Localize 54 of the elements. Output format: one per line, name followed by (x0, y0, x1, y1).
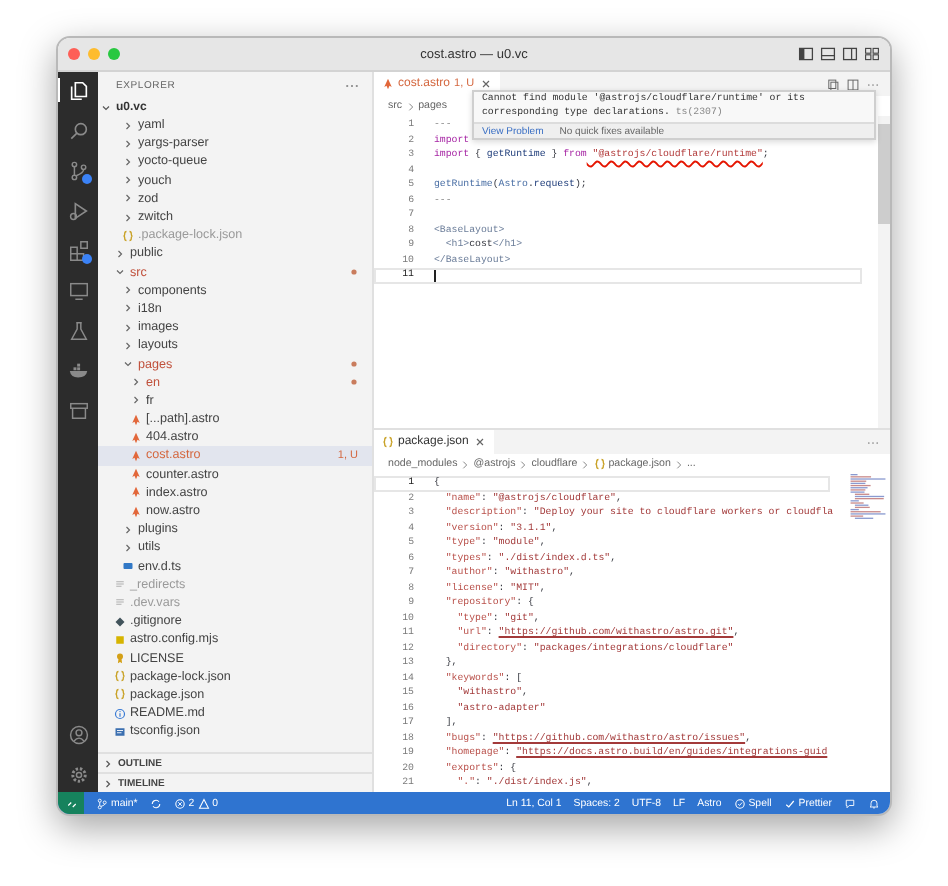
text-file-icon (114, 596, 126, 609)
account-icon (68, 723, 90, 745)
json-file-icon (114, 688, 126, 701)
json-file-icon (114, 670, 126, 683)
archive-icon (68, 399, 90, 421)
source-control-icon (68, 159, 90, 181)
close-icon[interactable] (474, 436, 487, 448)
sidebar-layout-icon[interactable] (798, 46, 814, 62)
json-file-icon (382, 436, 394, 448)
split-editor-icon[interactable] (846, 77, 860, 91)
scrollbar[interactable] (878, 116, 890, 428)
text-file-icon (114, 578, 126, 591)
minimap-drawing (846, 474, 890, 522)
chevron-icon (673, 459, 684, 469)
split-layout-icon[interactable] (842, 46, 858, 62)
extensions-icon (68, 239, 90, 261)
compare-icon[interactable] (826, 77, 840, 91)
change-dot-icon (350, 268, 358, 277)
customize-layout-icon[interactable] (864, 46, 880, 62)
text-cursor (434, 269, 436, 282)
warning-icon (197, 797, 210, 809)
json-file-icon (593, 458, 606, 470)
spell-check-icon (733, 797, 746, 809)
license-file-icon (114, 652, 126, 665)
branch-icon (96, 797, 108, 809)
change-dot-icon (350, 360, 358, 369)
chevron-icon (460, 459, 471, 469)
info-icon (114, 707, 126, 720)
close-window-button[interactable] (68, 48, 80, 60)
chevron-icon (405, 101, 416, 111)
astro-file-icon (382, 78, 394, 90)
remote-indicator[interactable] (58, 792, 84, 814)
chevron-icon (580, 459, 591, 469)
settings-icon (68, 763, 90, 785)
sync-icon[interactable] (149, 797, 162, 809)
whale-icon (68, 359, 90, 381)
close-icon[interactable] (480, 78, 493, 90)
chevron-icon (518, 459, 529, 469)
json-file-icon (122, 229, 134, 242)
error-icon (173, 797, 186, 809)
check-icon (783, 797, 796, 809)
change-dot-icon (350, 378, 358, 387)
flask-icon (68, 319, 90, 341)
feedback-icon[interactable] (844, 797, 856, 809)
files-icon (68, 79, 90, 101)
javascript-file-icon (114, 633, 126, 646)
bell-icon[interactable] (868, 797, 880, 809)
config-file-icon (114, 725, 126, 738)
panel-layout-icon[interactable] (820, 46, 836, 62)
search-icon (68, 119, 90, 141)
git-file-icon (114, 615, 126, 628)
monitor-icon (68, 279, 90, 301)
run-debug-icon (68, 199, 90, 221)
remote-icon (65, 797, 77, 809)
